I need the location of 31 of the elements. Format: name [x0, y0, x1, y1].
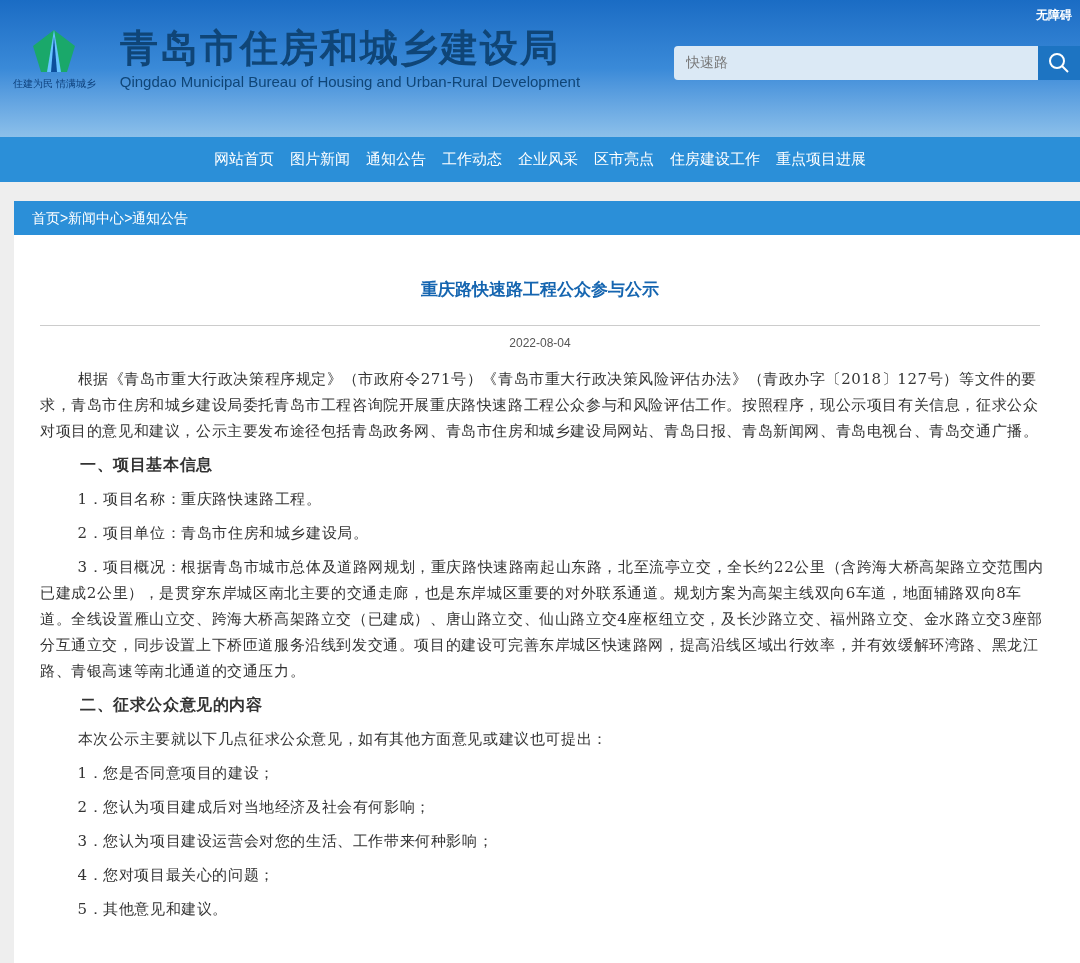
- logo-icon: [31, 28, 78, 74]
- search-button[interactable]: [1038, 46, 1080, 80]
- paragraph: 3．您认为项目建设运营会对您的生活、工作带来何种影响；: [76, 830, 495, 852]
- paragraph: 3．项目概况：根据青岛市城市总体及道路网规划，重庆路快速路南起山东路，北至流亭立交，全长约22公里（含跨海大桥高架路立交范围内已建成2公里），是贯穿东岸城区南北主要的交通走廊，也是东岸城区重要的对外联系通道。规划方案为高架主线双向6车道，地面辅路双向8车道。全线设置雁山立交、跨海大桥高架路立交（已建成）、唐山路立交、仙山路立交4座枢纽立交，及长沙路立交、福州路立交、金水路立交3座部分互通立交，同步设置上下桥匝道服务沿线到发交通。项目的建设可完善东岸城区快速路网，提高沿线区域出行效率，并有效缓解环湾路、黑龙江路、青银高速等南北通道的交通压力。: [40, 556, 1045, 682]
- nav-link[interactable]: 企业风采: [518, 148, 578, 171]
- article-title: 重庆路快速路工程公众参与公示: [420, 279, 660, 301]
- paragraph: 本次公示主要就以下几点征求公众意见，如有其他方面意见或建议也可提出：: [76, 728, 609, 750]
- search-icon: [1048, 52, 1070, 74]
- paragraph: 2．项目单位：青岛市住房和城乡建设局。: [76, 522, 370, 544]
- site-title: 青岛市住房和城乡建设局: [119, 26, 561, 70]
- paragraph: 5．其他意见和建议。: [76, 898, 230, 920]
- nav-link[interactable]: 区市亮点: [594, 148, 654, 171]
- section-heading: 一、项目基本信息: [79, 453, 214, 476]
- nav-link[interactable]: 住房建设工作: [670, 148, 760, 171]
- section-heading: 二、征求公众意见的内容: [79, 693, 264, 716]
- nav-link[interactable]: 工作动态: [442, 148, 502, 171]
- paragraph: 2．您认为项目建成后对当地经济及社会有何影响；: [76, 796, 432, 818]
- paragraph: 4．您对项目最关心的问题；: [76, 864, 276, 886]
- nav-link[interactable]: 网站首页: [214, 148, 274, 171]
- search-field[interactable]: 快速路: [674, 46, 1038, 80]
- article-date: 2022-08-04: [508, 334, 572, 352]
- nav-link[interactable]: 通知公告: [366, 148, 426, 171]
- paragraph: 1．项目名称：重庆路快速路工程。: [76, 488, 323, 510]
- paragraph: 1．您是否同意项目的建设；: [76, 762, 276, 784]
- nav-link[interactable]: 图片新闻: [290, 148, 350, 171]
- site-subtitle: Qingdao Municipal Bureau of Housing and Urban-Rural Development: [119, 72, 581, 92]
- breadcrumb[interactable]: 首页>新闻中心>通知公告: [32, 207, 189, 229]
- paragraph: 根据《青岛市重大行政决策程序规定》（市政府令271号）《青岛市重大行政决策风险评估办法》（青政办字〔2018〕127号）等文件的要求，青岛市住房和城乡建设局委托青岛市工程咨询院开展重庆路快速路工程公众参与和风险评估工作。按照程序，现公示项目有关信息，征求公众对项目的意见和建议，公示主要发布途径包括青岛政务网、青岛市住房和城乡建设局网站、青岛日报、青岛新闻网、青岛电视台、青岛交通广播。: [40, 368, 1040, 442]
- accessibility-link[interactable]: 无障碍: [1036, 6, 1072, 24]
- logo-slogan: 住建为民 情满城乡: [13, 77, 96, 91]
- nav-link[interactable]: 重点项目进展: [776, 148, 866, 171]
